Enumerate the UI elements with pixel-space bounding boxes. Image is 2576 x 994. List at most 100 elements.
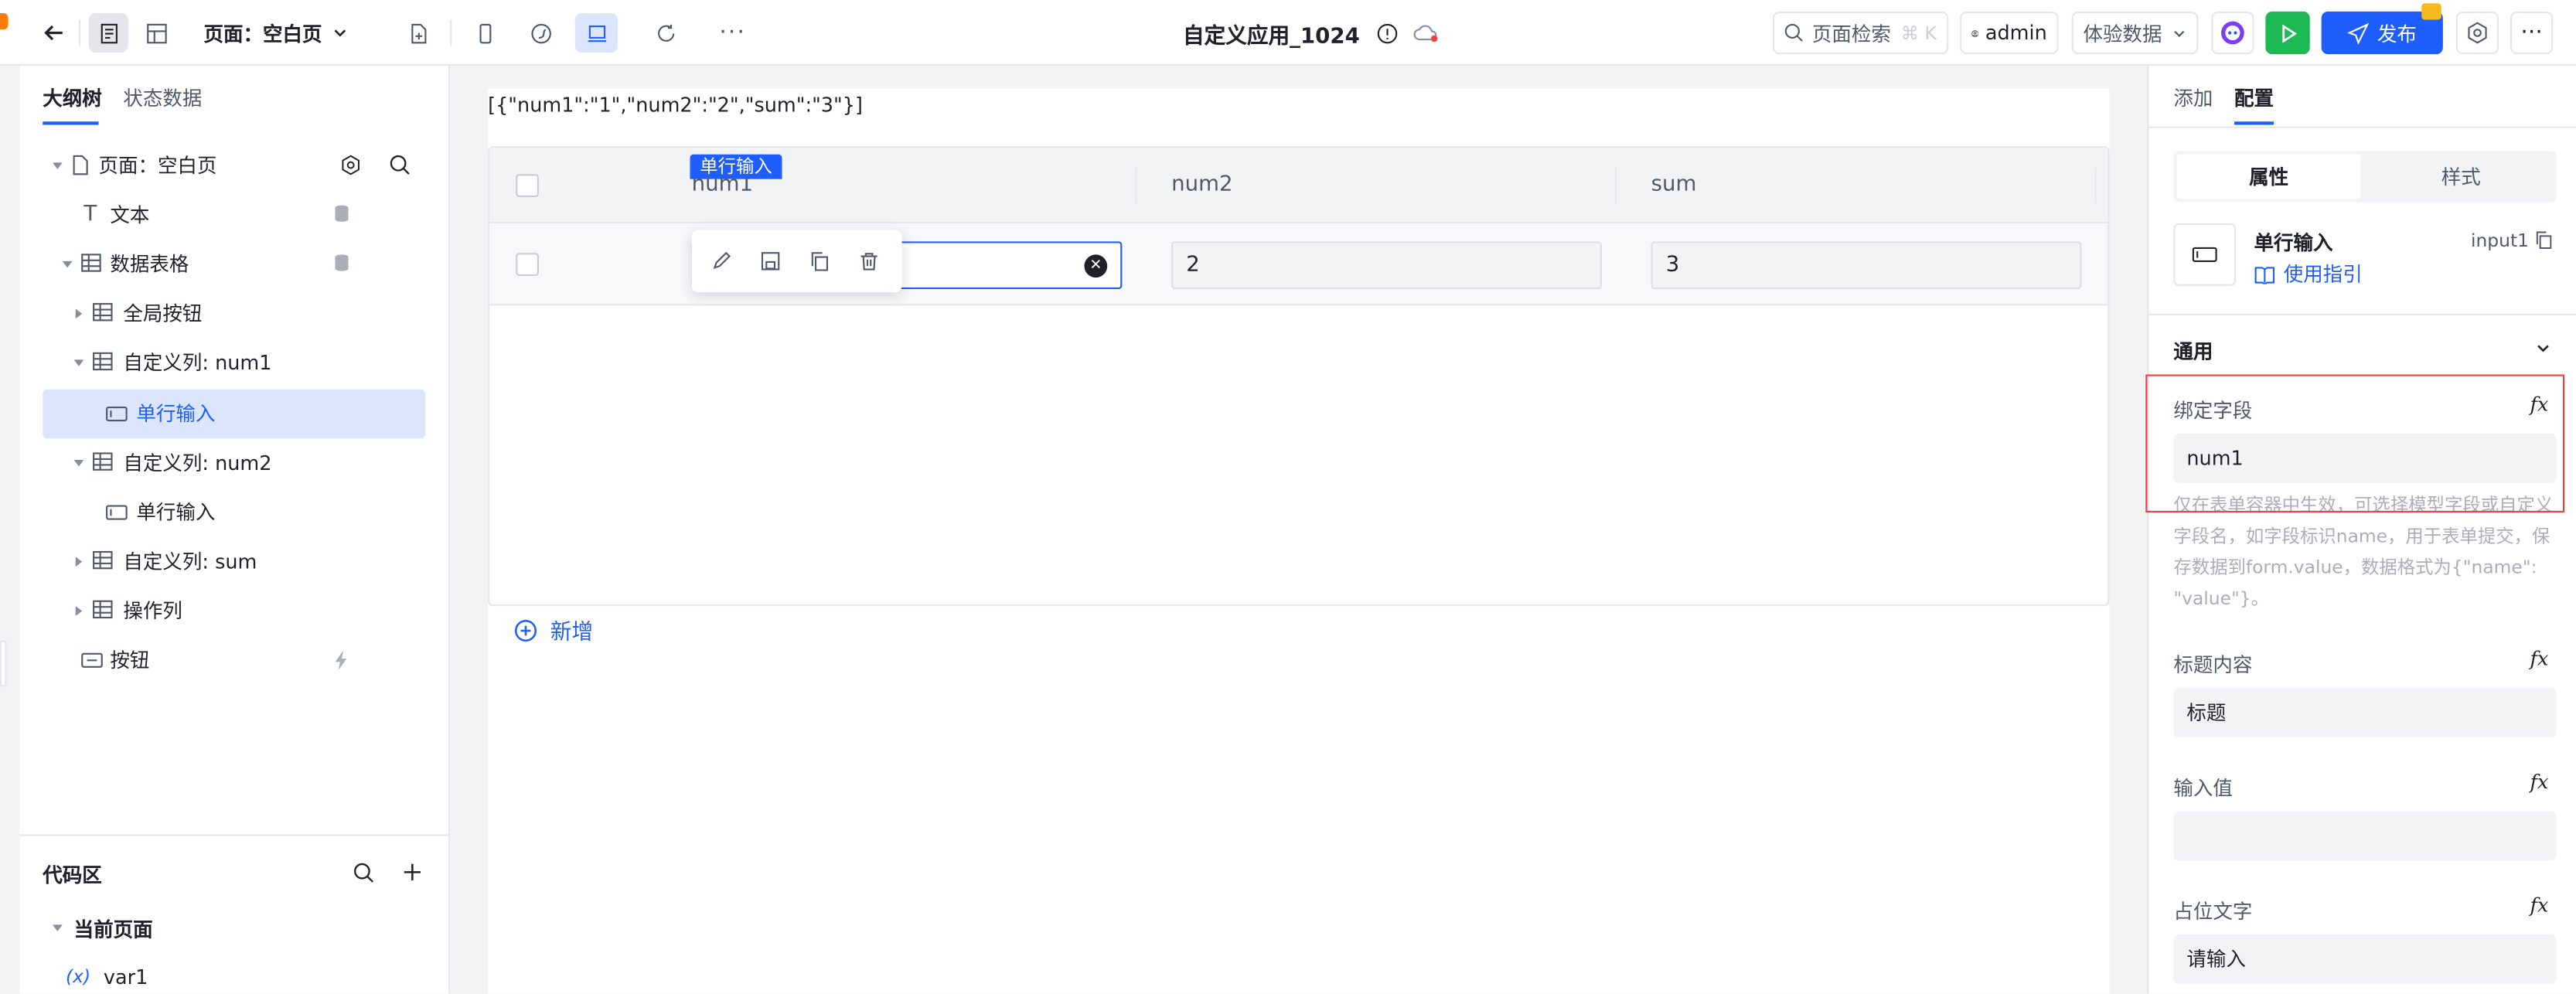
input-value-input[interactable] bbox=[2173, 811, 2557, 861]
info-icon bbox=[1376, 22, 1397, 43]
gear-icon bbox=[2468, 22, 2487, 44]
overflow-menu-button[interactable]: ··· bbox=[2510, 11, 2554, 55]
table-icon bbox=[93, 600, 113, 619]
plus-circle-icon bbox=[514, 618, 537, 641]
tree-item-column-num2[interactable]: 自定义列: num2 bbox=[43, 438, 425, 488]
cell-value: 3 bbox=[1665, 253, 1680, 278]
fx-icon[interactable]: fx bbox=[2530, 894, 2549, 917]
data-table[interactable]: num1 num2 sum 1 ✕ 2 bbox=[488, 146, 2110, 607]
design-canvas: [{"num1":"1","num2":"2","sum":"3"}] num1… bbox=[451, 66, 2146, 994]
edit-icon bbox=[713, 251, 731, 270]
desktop-view-button[interactable] bbox=[574, 13, 618, 53]
field-label-input-value: 输入值 bbox=[2173, 777, 2233, 800]
laptop-icon bbox=[587, 24, 606, 42]
tree-item-label: 全局按钮 bbox=[123, 302, 203, 325]
play-icon bbox=[2281, 23, 2296, 43]
cell-input-sum[interactable]: 3 bbox=[1651, 241, 2082, 289]
book-icon bbox=[2254, 266, 2275, 284]
tree-item-button[interactable]: 按钮 bbox=[43, 635, 425, 685]
ai-assistant-button[interactable] bbox=[2211, 11, 2254, 55]
new-page-button[interactable] bbox=[399, 13, 435, 53]
search-icon bbox=[354, 863, 374, 883]
search-icon bbox=[1784, 23, 1803, 42]
tab-state-data[interactable]: 状态数据 bbox=[123, 83, 202, 111]
code-area-title: 代码区 bbox=[43, 863, 102, 887]
publish-badge-icon bbox=[2421, 3, 2441, 20]
left-edge-handle[interactable] bbox=[0, 640, 7, 687]
more-button[interactable]: ··· bbox=[714, 13, 751, 53]
add-row-button[interactable]: 新增 bbox=[514, 614, 593, 645]
table-icon bbox=[93, 452, 113, 471]
cell-input-num2[interactable]: 2 bbox=[1171, 241, 1602, 289]
outline-view-button[interactable] bbox=[88, 13, 128, 53]
arrow-left-icon bbox=[44, 25, 63, 41]
miniapp-view-button[interactable] bbox=[523, 13, 559, 53]
variable-icon: (x) bbox=[66, 965, 91, 988]
fx-icon[interactable]: fx bbox=[2530, 647, 2549, 670]
clear-icon[interactable]: ✕ bbox=[1084, 254, 1108, 278]
tree-item-action-column[interactable]: 操作列 bbox=[43, 587, 425, 636]
outline-panel: 大纲树 状态数据 页面：空白页 T 文本 数据表格 全局按钮 自定义列: num… bbox=[19, 66, 451, 994]
usage-guide-link[interactable]: 使用指引 bbox=[2254, 260, 2363, 288]
fx-icon[interactable]: fx bbox=[2530, 771, 2549, 794]
page-selector[interactable]: 页面：空白页 bbox=[194, 13, 359, 53]
page-search-button[interactable]: 页面检索 ⌘ K bbox=[1772, 11, 1949, 55]
tree-item-label: 自定义列: num1 bbox=[123, 351, 272, 375]
tab-config[interactable]: 配置 bbox=[2234, 83, 2274, 111]
tree-item-page[interactable]: 页面：空白页 bbox=[43, 141, 425, 191]
page-icon bbox=[73, 155, 88, 175]
user-menu[interactable]: admin bbox=[1960, 11, 2059, 55]
highlight-annotation-box bbox=[2145, 374, 2565, 512]
tab-add[interactable]: 添加 bbox=[2173, 83, 2213, 111]
row-checkbox[interactable] bbox=[516, 253, 539, 276]
table-icon bbox=[93, 352, 113, 371]
run-preview-button[interactable] bbox=[2265, 11, 2310, 55]
tree-item-text[interactable]: T 文本 bbox=[43, 191, 425, 240]
settings-button[interactable] bbox=[2455, 11, 2499, 55]
text-icon: T bbox=[83, 202, 97, 227]
top-toolbar: 页面：空白页 ··· 自定义应用_1024 页面检索 ⌘ K admin 体验数… bbox=[0, 0, 2576, 66]
segment-style[interactable]: 样式 bbox=[2369, 155, 2553, 199]
mobile-view-button[interactable] bbox=[467, 13, 503, 53]
tree-item-label: 自定义列: sum bbox=[123, 550, 257, 574]
delete-icon bbox=[860, 253, 877, 271]
page-search-label: 页面检索 bbox=[1811, 22, 1891, 46]
selected-component-tag: 单行输入 bbox=[690, 154, 782, 179]
app-title: 自定义应用_1024 bbox=[1183, 24, 1360, 49]
tree-item-global-buttons[interactable]: 全局按钮 bbox=[43, 289, 425, 339]
cloud-sync-status[interactable] bbox=[1409, 13, 1443, 53]
tree-item-data-table[interactable]: 数据表格 bbox=[43, 240, 425, 289]
code-section-current-page[interactable]: 当前页面 bbox=[74, 915, 153, 943]
save-icon bbox=[761, 252, 780, 271]
json-text-component[interactable]: [{"num1":"1","num2":"2","sum":"3"}] bbox=[488, 94, 863, 117]
page-selector-label: 页面：空白页 bbox=[203, 22, 322, 46]
usage-guide-label: 使用指引 bbox=[2283, 263, 2363, 286]
tab-outline-tree[interactable]: 大纲树 bbox=[43, 83, 102, 111]
segment-properties[interactable]: 属性 bbox=[2176, 154, 2361, 199]
tree-item-input-num2[interactable]: 单行输入 bbox=[43, 488, 425, 537]
chevron-down-icon bbox=[334, 29, 346, 37]
component-action-toolbar bbox=[691, 230, 902, 293]
layout-view-button[interactable] bbox=[136, 13, 175, 53]
data-mode-label: 体验数据 bbox=[2083, 22, 2162, 46]
select-all-checkbox[interactable] bbox=[516, 174, 539, 197]
field-label-title: 标题内容 bbox=[2173, 653, 2253, 677]
config-panel: 添加 配置 属性 样式 单行输入 input1 使用指引 通用 绑定字段 fx … bbox=[2147, 66, 2576, 994]
tree-item-input-num1[interactable]: 单行输入 bbox=[43, 389, 426, 439]
tree-item-label: 数据表格 bbox=[110, 253, 189, 276]
table-icon bbox=[93, 303, 113, 322]
tree-item-label: 文本 bbox=[110, 203, 150, 227]
tree-item-column-sum[interactable]: 自定义列: sum bbox=[43, 537, 425, 587]
input-icon bbox=[106, 406, 128, 422]
page-preview: [{"num1":"1","num2":"2","sum":"3"}] num1… bbox=[488, 88, 2110, 994]
refresh-button[interactable] bbox=[647, 13, 683, 53]
back-button[interactable] bbox=[36, 13, 73, 53]
ellipsis-icon: ··· bbox=[719, 19, 747, 46]
title-input[interactable]: 标题 bbox=[2173, 688, 2557, 738]
section-general[interactable]: 通用 bbox=[2173, 337, 2213, 365]
app-info-button[interactable] bbox=[1374, 13, 1400, 53]
placeholder-input[interactable]: 请输入 bbox=[2173, 934, 2557, 984]
data-mode-select[interactable]: 体验数据 bbox=[2071, 11, 2199, 55]
variable-item[interactable]: var1 bbox=[104, 966, 148, 989]
tree-item-column-num1[interactable]: 自定义列: num1 bbox=[43, 339, 425, 388]
